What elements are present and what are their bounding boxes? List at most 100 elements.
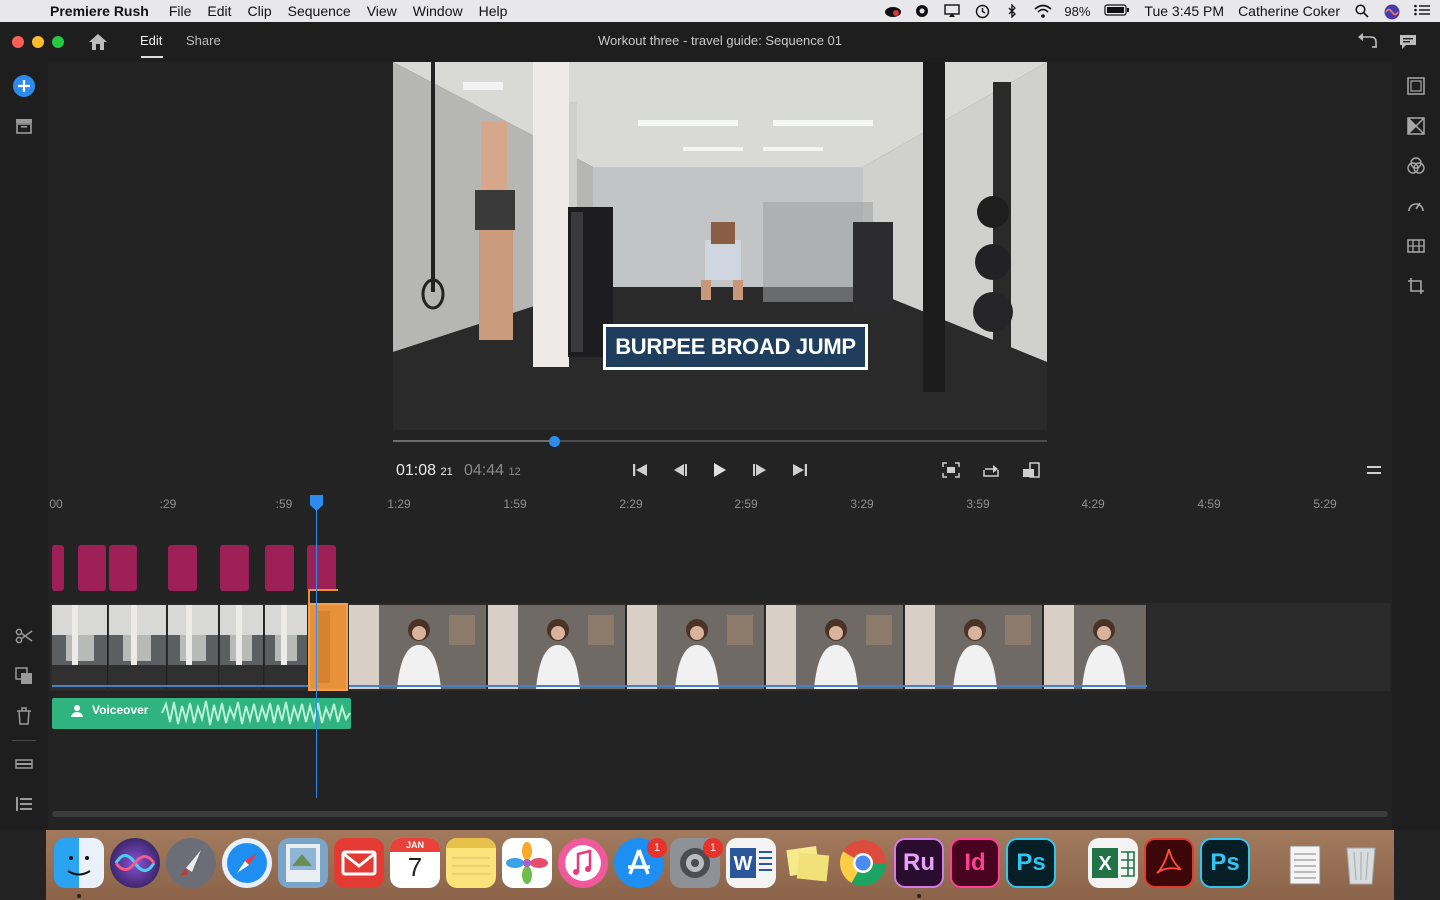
scrub-handle[interactable]	[549, 436, 560, 447]
dock-downloads-stack-icon[interactable]	[1280, 838, 1330, 888]
dock-indesign-icon[interactable]: Id	[950, 838, 1000, 888]
dock-siri-icon[interactable]	[110, 838, 160, 888]
speed-panel-icon[interactable]	[1404, 194, 1428, 218]
wifi-icon[interactable]	[1034, 4, 1052, 18]
dock-preview-icon[interactable]	[278, 838, 328, 888]
menu-view[interactable]: View	[359, 3, 405, 19]
dock-finder-icon[interactable]	[54, 838, 104, 888]
dock-calendar-icon[interactable]: JAN 7	[390, 838, 440, 888]
rush-icon-label: Ru	[903, 849, 935, 876]
menu-clock[interactable]: Tue 3:45 PM	[1144, 3, 1224, 19]
creative-cloud-icon[interactable]	[884, 4, 902, 18]
title-clip[interactable]	[265, 545, 294, 591]
sync-status-icon[interactable]	[914, 4, 930, 18]
menu-edit[interactable]: Edit	[199, 3, 239, 19]
delete-clip-icon[interactable]	[12, 704, 36, 728]
video-clip-presenter[interactable]	[905, 605, 1043, 689]
time-machine-icon[interactable]	[974, 4, 990, 19]
dock-photoshop-second-icon[interactable]: Ps	[1200, 838, 1250, 888]
graphics-panel-icon[interactable]	[1404, 74, 1428, 98]
current-timecode: 01:08 21	[396, 462, 453, 480]
timeline-scrollbar[interactable]	[52, 811, 1388, 817]
undo-icon[interactable]	[1356, 33, 1378, 56]
go-to-end-button[interactable]	[789, 460, 811, 480]
current-frames: 21	[440, 466, 453, 478]
video-clip-presenter[interactable]	[627, 605, 765, 689]
menu-sequence[interactable]: Sequence	[280, 3, 359, 19]
add-media-button[interactable]	[12, 74, 36, 98]
dock-photoshop-icon[interactable]: Ps	[1006, 838, 1056, 888]
menu-window[interactable]: Window	[405, 3, 471, 19]
dock-notes-icon[interactable]	[446, 838, 496, 888]
menu-clip[interactable]: Clip	[240, 3, 280, 19]
video-clip-gym[interactable]	[109, 605, 167, 689]
dock-acrobat-icon[interactable]	[1144, 838, 1194, 888]
video-clip-presenter[interactable]	[488, 605, 626, 689]
ruler-tick: 1:29	[387, 497, 411, 511]
siri-icon[interactable]	[1384, 4, 1400, 20]
video-clip-presenter[interactable]	[766, 605, 904, 689]
track-controls-icon[interactable]	[12, 752, 36, 776]
export-frame-icon[interactable]	[980, 460, 1002, 480]
video-clip-gym[interactable]	[168, 605, 219, 689]
title-clip[interactable]	[168, 545, 197, 591]
menu-file[interactable]: File	[161, 3, 200, 19]
dock-running-indicator	[77, 894, 81, 898]
overlay-title-text: BURPEE BROAD JUMP	[606, 327, 865, 367]
transitions-panel-icon[interactable]	[1404, 114, 1428, 138]
selected-clip[interactable]	[308, 603, 348, 691]
go-to-start-button[interactable]	[629, 460, 651, 480]
crop-transform-icon[interactable]	[1404, 274, 1428, 298]
title-clip[interactable]	[78, 545, 106, 591]
play-button[interactable]	[709, 460, 731, 480]
video-clip-gym[interactable]	[52, 605, 108, 689]
video-clip-gym[interactable]	[265, 605, 308, 689]
dock-launchpad-icon[interactable]	[166, 838, 216, 888]
dock-airmail-icon[interactable]	[334, 838, 384, 888]
dock-safari-icon[interactable]	[222, 838, 272, 888]
video-clip-gym[interactable]	[220, 605, 264, 689]
airplay-icon[interactable]	[944, 4, 961, 18]
battery-icon[interactable]	[1104, 4, 1130, 18]
title-clip[interactable]	[307, 545, 336, 591]
app-menu[interactable]: Premiere Rush	[42, 3, 161, 19]
spotlight-search-icon[interactable]	[1354, 4, 1370, 18]
timeline-menu-icon[interactable]	[1363, 460, 1385, 480]
split-clip-icon[interactable]	[12, 624, 36, 648]
ruler-tick: :29	[159, 497, 177, 511]
audio-panel-icon[interactable]	[1404, 234, 1428, 258]
ruler-tick: :59	[275, 497, 293, 511]
ruler-tick: 5:29	[1313, 497, 1337, 511]
title-clip[interactable]	[52, 545, 64, 591]
video-clip-presenter[interactable]	[349, 605, 487, 689]
dock-premiere-rush-icon[interactable]: Ru	[894, 838, 944, 888]
project-assets-icon[interactable]	[12, 114, 36, 138]
dock-trash-icon[interactable]	[1336, 838, 1386, 888]
step-forward-button[interactable]	[749, 460, 771, 480]
toggle-track-list-icon[interactable]	[12, 792, 36, 816]
indesign-icon-label: Id	[964, 849, 986, 876]
color-panel-icon[interactable]	[1404, 154, 1428, 178]
aspect-ratio-icon[interactable]	[1020, 460, 1042, 480]
playhead-handle[interactable]	[309, 494, 324, 512]
step-back-button[interactable]	[669, 460, 691, 480]
dock-word-icon[interactable]: W	[726, 838, 776, 888]
user-name[interactable]: Catherine Coker	[1238, 3, 1340, 19]
title-graphic-overlay[interactable]: BURPEE BROAD JUMP	[603, 324, 868, 370]
dock-photos-icon[interactable]	[502, 838, 552, 888]
program-monitor[interactable]	[393, 62, 1047, 430]
dock-chrome-icon[interactable]	[838, 838, 888, 888]
duplicate-clip-icon[interactable]	[12, 664, 36, 688]
feedback-icon[interactable]	[1399, 34, 1417, 55]
video-clip-presenter[interactable]	[1044, 605, 1147, 689]
voiceover-label: Voiceover	[92, 703, 149, 717]
dock-itunes-icon[interactable]	[558, 838, 608, 888]
title-clip[interactable]	[109, 545, 137, 591]
notification-center-icon[interactable]	[1414, 4, 1430, 18]
bluetooth-icon[interactable]	[1004, 3, 1020, 19]
menu-help[interactable]: Help	[471, 3, 516, 19]
dock-stickies-icon[interactable]	[782, 838, 832, 888]
dock-excel-icon[interactable]: X	[1088, 838, 1138, 888]
fit-to-frame-icon[interactable]	[940, 460, 962, 480]
title-clip[interactable]	[220, 545, 249, 591]
